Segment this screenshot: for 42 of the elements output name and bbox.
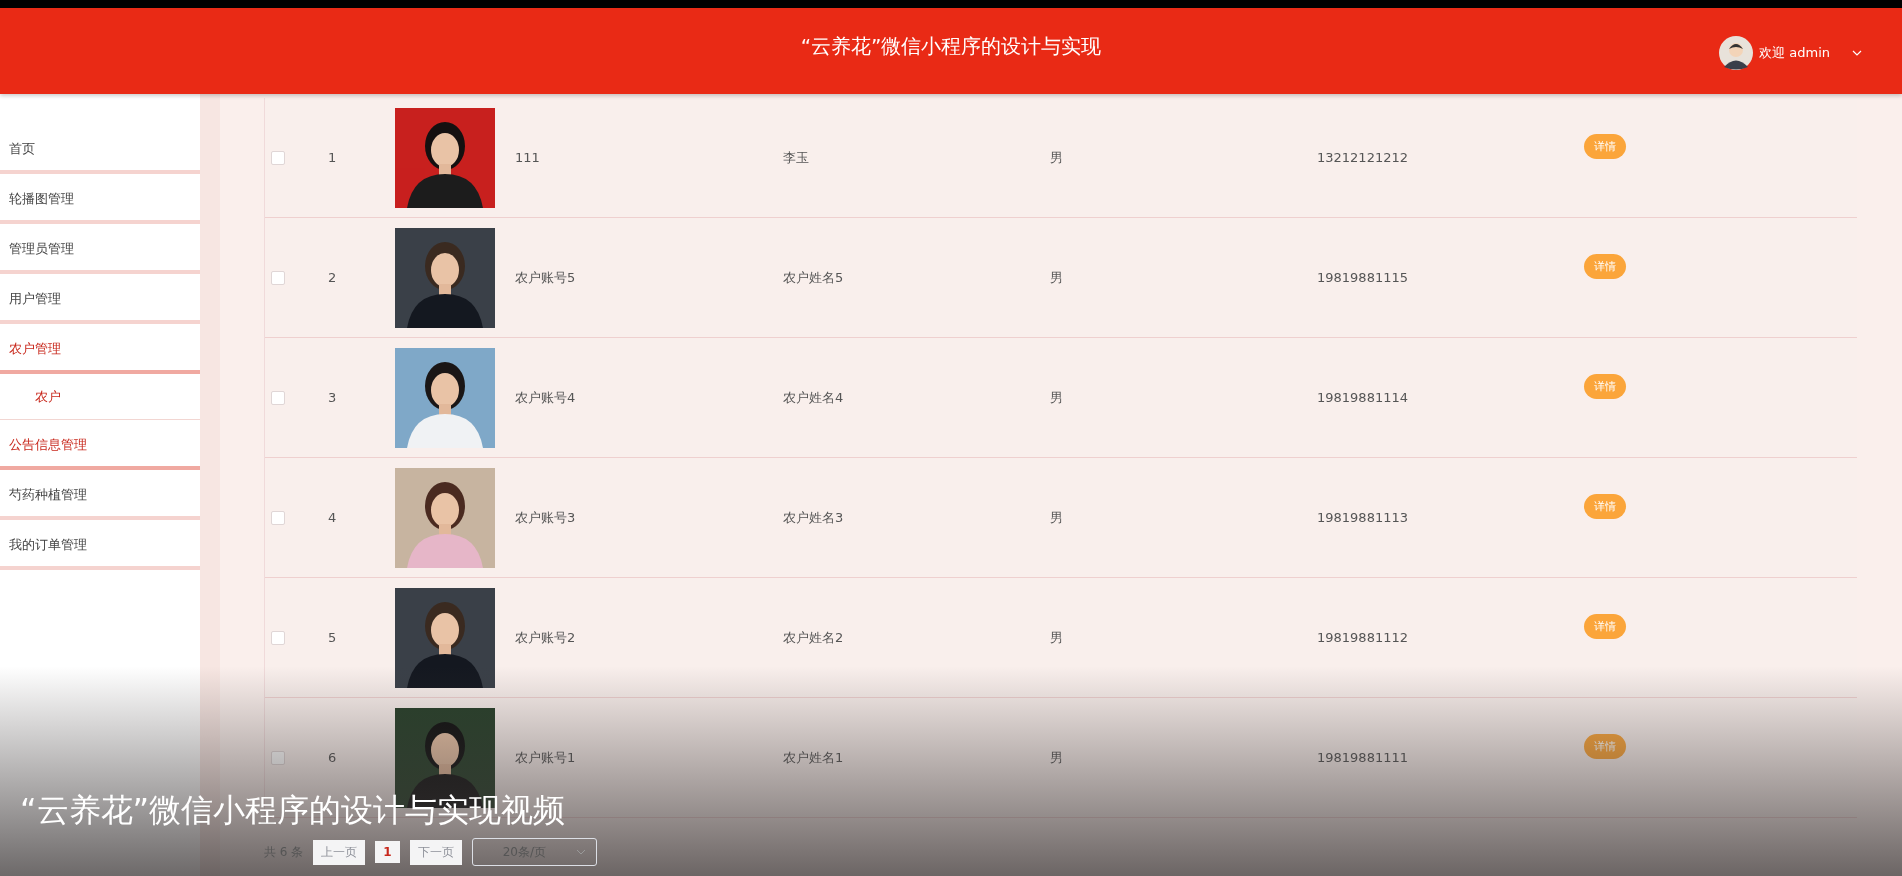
row-checkbox[interactable] (271, 270, 285, 285)
table-cell: 农户姓名2 (783, 628, 844, 647)
table-cell: 19819881114 (1317, 390, 1408, 405)
table-cell: 19819881112 (1317, 630, 1408, 645)
welcome-text[interactable]: 欢迎 admin (1759, 44, 1830, 62)
table-cell: 李玉 (783, 148, 809, 167)
table-cell: 农户账号1 (515, 748, 576, 767)
caret-icon[interactable] (1852, 50, 1862, 56)
table-cell: 男 (1050, 388, 1063, 407)
table-cell: 19819881111 (1317, 750, 1408, 765)
table-cell: 男 (1050, 628, 1063, 647)
table-cell: 农户姓名5 (783, 268, 844, 287)
table-cell: 农户账号5 (515, 268, 576, 287)
table-cell: 19819881115 (1317, 270, 1408, 285)
table-cell: 男 (1050, 148, 1063, 167)
table-cell: 农户账号3 (515, 508, 576, 527)
table-cell: 5 (328, 630, 337, 645)
table-cell: 农户账号2 (515, 628, 576, 647)
table-cell: 4 (328, 510, 337, 525)
row-checkbox[interactable] (271, 510, 285, 525)
caret-icon (575, 849, 586, 855)
avatar-icon[interactable] (1719, 36, 1754, 70)
app-title: “云养花”微信小程序的设计与实现 (800, 32, 1102, 60)
row-checkbox[interactable] (271, 390, 285, 405)
row-checkbox[interactable] (271, 750, 285, 765)
table-cell: 农户账号4 (515, 388, 576, 407)
table-cell: 3 (328, 390, 337, 405)
row-checkbox[interactable] (271, 630, 285, 645)
table-cell: 男 (1050, 508, 1063, 527)
row-checkbox[interactable] (271, 150, 285, 165)
table-cell: 111 (515, 150, 540, 165)
table-cell: 农户姓名1 (783, 748, 844, 767)
table-cell: 农户姓名3 (783, 508, 844, 527)
table-cell: 19819881113 (1317, 510, 1408, 525)
table-cell: 农户姓名4 (783, 388, 844, 407)
page-button[interactable]: 1 (375, 841, 400, 863)
table-cell: 6 (328, 750, 337, 765)
table-cell: 13212121212 (1317, 150, 1408, 165)
table-cell: 男 (1050, 748, 1063, 767)
table-cell: 2 (328, 270, 337, 285)
table-cell: 1 (328, 150, 337, 165)
table-cell: 男 (1050, 268, 1063, 287)
